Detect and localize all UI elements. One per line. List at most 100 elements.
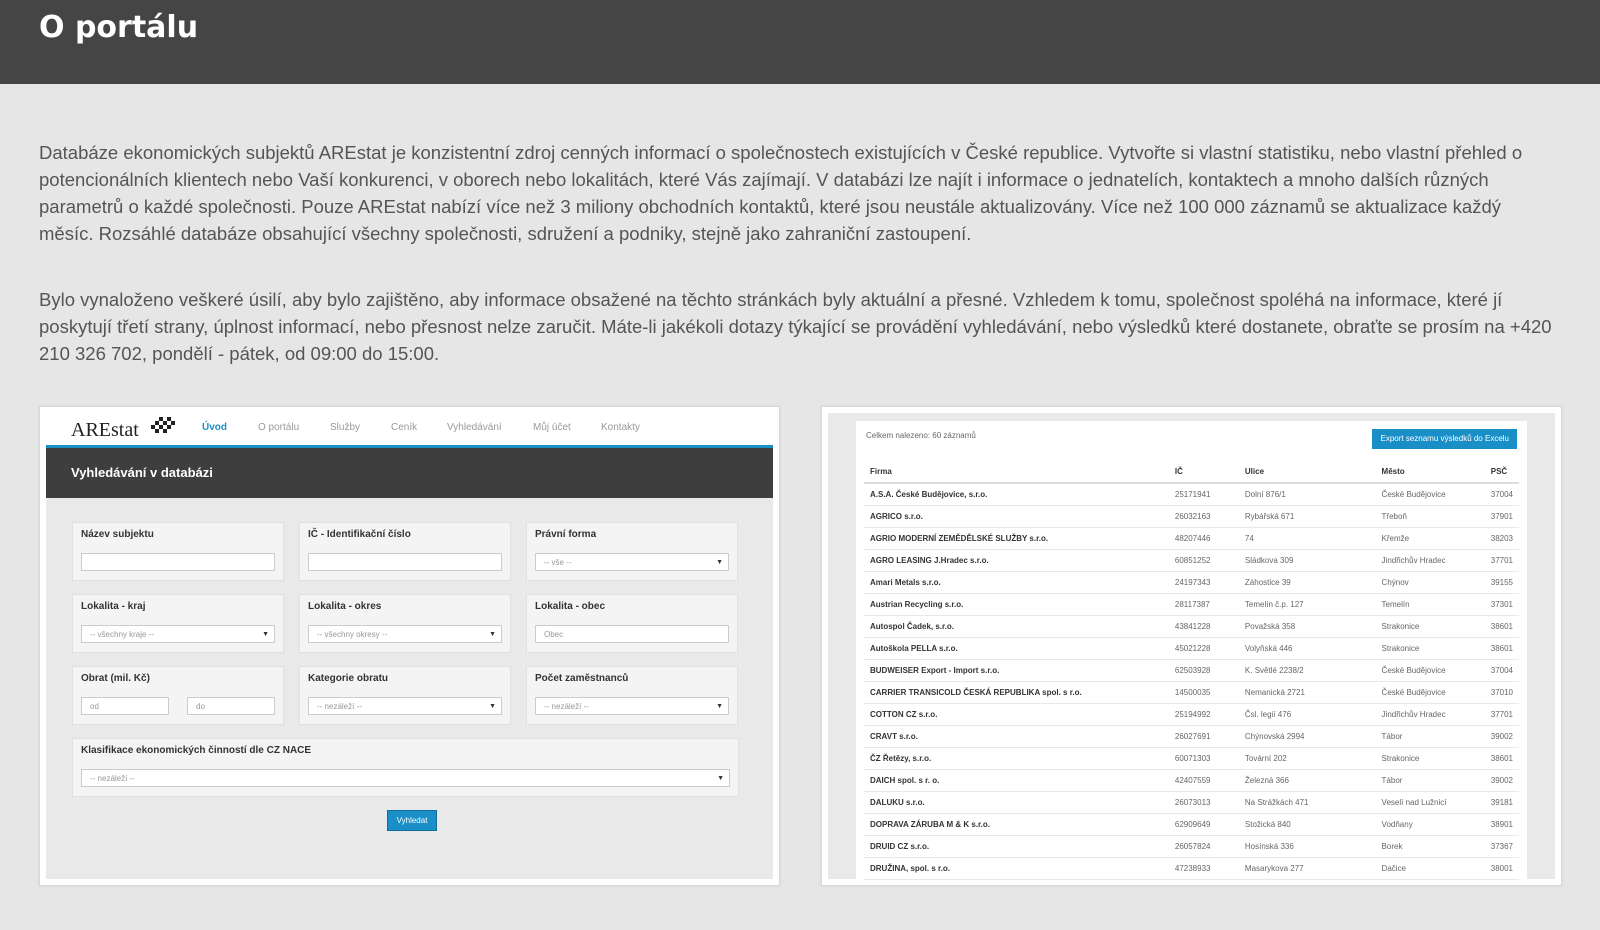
page-header: O portálu — [0, 0, 1600, 84]
cell-mesto: Strakonice — [1375, 637, 1485, 660]
cell-mesto: Třeboň — [1375, 505, 1485, 528]
turnover-from-placeholder: od — [90, 702, 99, 711]
table-row[interactable]: AGRO LEASING J.Hradec s.r.o. 60851252 Slád… — [864, 549, 1519, 572]
nav-muj-ucet[interactable]: Můj účet — [533, 422, 571, 433]
cell-ic: 26032163 — [1168, 505, 1239, 528]
cell-psc: 37701 — [1484, 703, 1519, 726]
nav-vyhledavani[interactable]: Vyhledávání — [447, 422, 502, 433]
cell-psc: 37004 — [1484, 483, 1519, 506]
chevron-down-icon: ▼ — [717, 775, 724, 782]
table-row[interactable]: ČZ Řetězy, s.r.o. 60071303 Tovární 202 Stra… — [864, 747, 1519, 770]
cell-ulice: Železná 366 — [1238, 769, 1376, 792]
cell-psc: 39002 — [1484, 725, 1519, 748]
col-mesto: Město — [1375, 461, 1485, 484]
cell-ic: 47238933 — [1168, 857, 1239, 880]
district-select[interactable]: -- všechny okresy -- ▼ — [308, 625, 502, 643]
cell-mesto: Vodňany — [1375, 813, 1485, 836]
results-body: Celkem nalezeno: 60 záznamů Export sezna… — [828, 413, 1555, 880]
cell-ic: 43841228 — [1168, 615, 1239, 638]
region-label: Lokalita - kraj — [81, 601, 146, 612]
cell-psc: 37701 — [1484, 549, 1519, 572]
city-input[interactable]: Obec — [535, 625, 729, 643]
cell-firma: BUDWEISER Export - Import s.r.o. — [864, 659, 1169, 682]
cell-ulice: Považská 358 — [1238, 615, 1376, 638]
cell-psc: 39002 — [1484, 769, 1519, 792]
cell-psc: 38203 — [1484, 527, 1519, 550]
cell-firma: AGRICO s.r.o. — [864, 505, 1169, 528]
cell-psc: 37004 — [1484, 659, 1519, 682]
cell-ulice: Chýnovská 2994 — [1238, 725, 1376, 748]
cell-mesto: Dačice — [1375, 857, 1485, 880]
nav-kontakty[interactable]: Kontakty — [601, 422, 640, 433]
cell-psc: 37301 — [1484, 593, 1519, 616]
turnover-to-input[interactable]: do — [187, 697, 275, 715]
nav-o-portalu[interactable]: O portálu — [258, 422, 299, 433]
cell-mesto: Temelín — [1375, 593, 1485, 616]
nace-label: Klasifikace ekonomických činností dle CZ… — [81, 745, 312, 756]
table-row[interactable]: AGRIO MODERNÍ ZEMĚDĚLSKÉ SLUŽBY s.r.o. 48… — [864, 527, 1519, 550]
legal-field-box: Právní forma -- vše -- ▼ — [526, 522, 738, 581]
cell-ic: 48207446 — [1168, 527, 1239, 550]
table-row[interactable]: DRUID CZ s.r.o. 26057824 Hosínská 336 Borek… — [864, 835, 1519, 858]
cell-ulice: Temelín č.p. 127 — [1238, 593, 1376, 616]
district-label: Lokalita - okres — [308, 601, 382, 612]
cell-psc: 39181 — [1484, 791, 1519, 814]
export-excel-button[interactable]: Export seznamu výsledků do Excelu — [1372, 429, 1517, 449]
turnover-cat-select[interactable]: -- nezáleží -- ▼ — [308, 697, 502, 715]
table-row[interactable]: BUDWEISER Export - Import s.r.o. 62503928… — [864, 659, 1519, 682]
nav-sluzby[interactable]: Služby — [330, 422, 360, 433]
nace-field-box: Klasifikace ekonomických činností dle CZ… — [72, 738, 739, 797]
table-row[interactable]: Autospol Čadek, s.r.o. 43841228 Považská 3… — [864, 615, 1519, 638]
cell-mesto: Strakonice — [1375, 615, 1485, 638]
cell-firma: Autoškola PELLA s.r.o. — [864, 637, 1169, 660]
table-row[interactable]: AGRICO s.r.o. 26032163 Rybářská 671 Třeboň 3… — [864, 505, 1519, 528]
turnover-from-input[interactable]: od — [81, 697, 169, 715]
cell-firma: DAICH spol. s r. o. — [864, 769, 1169, 792]
table-row[interactable]: Autoškola PELLA s.r.o. 45021228 Volyňská 4… — [864, 637, 1519, 660]
table-row[interactable]: COTTON CZ s.r.o. 25194992 Čsl. legií 476 Ji… — [864, 703, 1519, 726]
ico-label: IČ - Identifikační číslo — [308, 529, 411, 540]
cell-ulice: Rybářská 671 — [1238, 505, 1376, 528]
cell-firma: DRUŽINA, spol. s r.o. — [864, 857, 1169, 880]
cell-firma: Amari Metals s.r.o. — [864, 571, 1169, 594]
cell-ulice: 74 — [1238, 527, 1376, 550]
turnover-cat-field-box: Kategorie obratu -- nezáleží -- ▼ — [299, 666, 511, 725]
table-row[interactable]: CRAVT s.r.o. 26027691 Chýnovská 2994 Tábor 3… — [864, 725, 1519, 748]
nav-uvod[interactable]: Úvod — [202, 422, 227, 433]
table-row[interactable]: DAICH spol. s r. o. 42407559 Železná 366 Tá… — [864, 769, 1519, 792]
nav-cenik[interactable]: Ceník — [391, 422, 417, 433]
cell-ic: 26073013 — [1168, 791, 1239, 814]
cell-psc: 39155 — [1484, 571, 1519, 594]
cell-ulice: Nemanická 2721 — [1238, 681, 1376, 704]
search-button[interactable]: Vyhledat — [387, 810, 437, 831]
employees-value: -- nezáleží -- — [544, 702, 589, 711]
table-row[interactable]: DALUKU s.r.o. 26073013 Na Strážkách 471 Ves… — [864, 791, 1519, 814]
legal-label: Právní forma — [535, 529, 597, 540]
nace-select[interactable]: -- nezáleží -- ▼ — [81, 769, 730, 787]
employees-field-box: Počet zaměstnanců -- nezáleží -- ▼ — [526, 666, 738, 725]
cell-firma: Autospol Čadek, s.r.o. — [864, 615, 1169, 638]
table-row[interactable]: CARRIER TRANSICOLD ČESKÁ REPUBLIKA spol.… — [864, 681, 1519, 704]
region-select[interactable]: -- všechny kraje -- ▼ — [81, 625, 275, 643]
chevron-down-icon: ▼ — [489, 631, 496, 638]
nace-value: -- nezáleží -- — [90, 774, 135, 783]
cell-firma: DRUID CZ s.r.o. — [864, 835, 1169, 858]
table-row[interactable]: DOPRAVA ZÁRUBA M & K s.r.o. 62909649 Stoži… — [864, 813, 1519, 836]
table-row[interactable]: DRUŽINA, spol. s r.o. 47238933 Masarykova … — [864, 857, 1519, 880]
city-field-box: Lokalita - obec Obec — [526, 594, 738, 653]
chevron-down-icon: ▼ — [262, 631, 269, 638]
legal-select[interactable]: -- vše -- ▼ — [535, 553, 729, 571]
table-row[interactable]: A.S.A. České Budějovice, s.r.o. 25171941 D… — [864, 483, 1519, 506]
cell-ic: 26057824 — [1168, 835, 1239, 858]
cell-firma: Austrian Recycling s.r.o. — [864, 593, 1169, 616]
cell-ulice: Čsl. legií 476 — [1238, 703, 1376, 726]
employees-select[interactable]: -- nezáleží -- ▼ — [535, 697, 729, 715]
results-card: Celkem nalezeno: 60 záznamů Export sezna… — [856, 421, 1527, 880]
table-row[interactable]: Austrian Recycling s.r.o. 28117387 Temelín… — [864, 593, 1519, 616]
turnover-label: Obrat (mil. Kč) — [81, 673, 150, 684]
cell-mesto: Strakonice — [1375, 747, 1485, 770]
table-row[interactable]: Amari Metals s.r.o. 24197343 Záhostice 39 C… — [864, 571, 1519, 594]
name-input[interactable] — [81, 553, 275, 571]
cell-ulice: Hosínská 336 — [1238, 835, 1376, 858]
ico-input[interactable] — [308, 553, 502, 571]
